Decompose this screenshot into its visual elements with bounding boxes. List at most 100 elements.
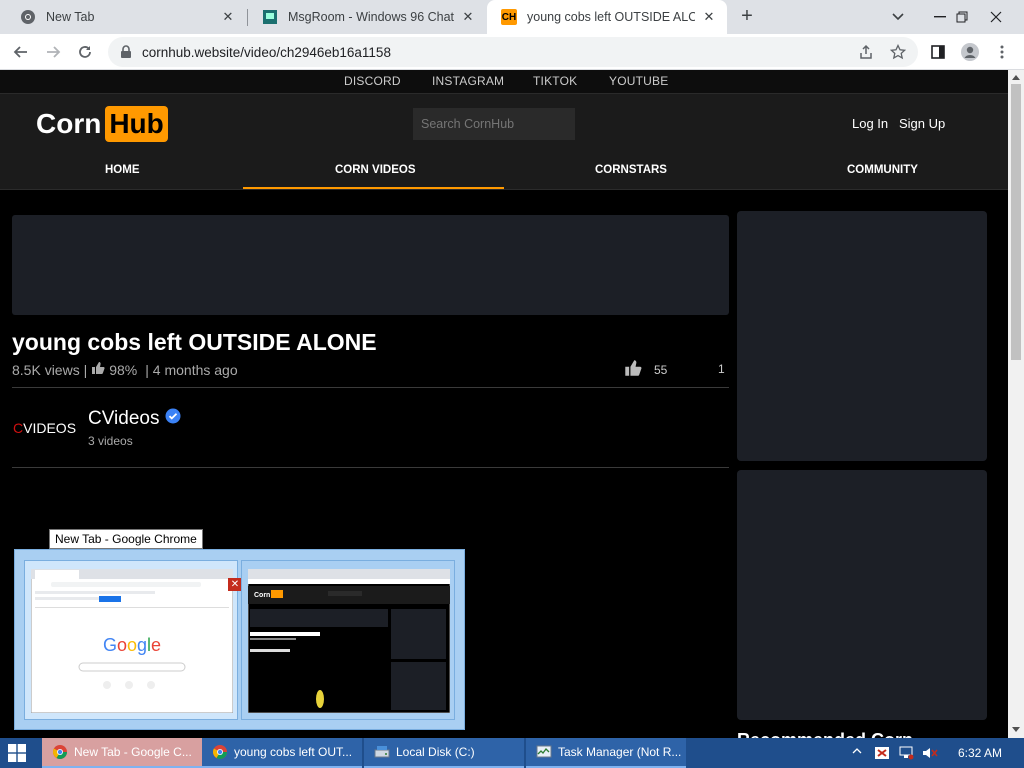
sidebar-ad-slot[interactable]	[737, 470, 987, 720]
thumbnail-new-tab[interactable]: Google ✕	[24, 560, 242, 720]
video-meta: 8.5K views | 98% | 4 months ago	[12, 361, 238, 378]
site-logo[interactable]: Corn Hub	[36, 106, 168, 142]
windows-start-icon[interactable]	[8, 744, 26, 762]
browser-toolbar: cornhub.website/video/ch2946eb16a1158	[0, 34, 1024, 70]
address-bar[interactable]: cornhub.website/video/ch2946eb16a1158	[108, 37, 918, 67]
social-link-youtube[interactable]: YOUTUBE	[609, 74, 668, 88]
taskbar-thumbnail-preview: Google ✕ Corn	[14, 549, 465, 730]
forward-button[interactable]	[41, 40, 65, 64]
tab-title: young cobs left OUTSIDE ALONE	[527, 10, 695, 24]
favicon-text: CH	[501, 11, 517, 23]
rating-percent: 98%	[109, 361, 138, 378]
side-panel-icon[interactable]	[928, 42, 948, 62]
search-input[interactable]	[413, 108, 575, 140]
video-player[interactable]	[12, 215, 729, 315]
chrome-icon	[52, 744, 68, 760]
tab-video[interactable]: CH young cobs left OUTSIDE ALONE ✕	[487, 0, 727, 34]
signup-link[interactable]: Sign Up	[899, 116, 945, 131]
menu-kebab-icon[interactable]	[992, 42, 1012, 62]
divider	[12, 387, 729, 388]
taskbar-app-label: young cobs left OUT...	[234, 745, 353, 759]
close-window-button[interactable]	[978, 0, 1014, 34]
upload-age: | 4 months ago	[145, 361, 238, 378]
close-icon[interactable]: ✕	[460, 9, 476, 25]
social-link-tiktok[interactable]: TIKTOK	[533, 74, 577, 88]
like-count: 55	[654, 362, 668, 377]
like-thumbs-up-icon[interactable]	[624, 359, 642, 380]
new-tab-thumbnail-image: Google	[31, 569, 233, 713]
recommended-heading: Recommended Corn	[737, 730, 913, 738]
svg-text:Corn: Corn	[254, 592, 270, 599]
active-nav-indicator	[243, 187, 504, 189]
nav-community[interactable]: COMMUNITY	[847, 164, 918, 176]
new-tab-button[interactable]: +	[736, 6, 758, 28]
close-icon[interactable]: ✕	[701, 9, 717, 25]
lock-icon[interactable]	[120, 45, 132, 64]
tab-title: MsgRoom - Windows 96 Chat	[288, 10, 454, 24]
social-link-discord[interactable]: DISCORD	[344, 74, 401, 88]
back-button[interactable]	[9, 40, 33, 64]
nav-home[interactable]: HOME	[105, 164, 140, 176]
tray-volume-muted-icon[interactable]	[922, 746, 938, 763]
scroll-thumb[interactable]	[1011, 84, 1021, 360]
taskbar-app-label: Local Disk (C:)	[396, 745, 475, 759]
divider	[12, 467, 729, 468]
logo-text-left: Corn	[36, 108, 102, 139]
nav-corn-videos[interactable]: CORN VIDEOS	[335, 164, 416, 176]
taskbar-app-label: Task Manager (Not R...	[558, 745, 682, 759]
profile-avatar-icon[interactable]	[960, 42, 980, 62]
share-icon[interactable]	[856, 42, 876, 62]
taskbar-clock[interactable]: 6:32 AM	[958, 746, 1002, 760]
chrome-icon	[212, 744, 228, 760]
channel-video-count: 3 videos	[88, 434, 133, 448]
tab-strip: New Tab ✕ MsgRoom - Windows 96 Chat ✕ CH…	[0, 0, 1024, 34]
bookmark-star-icon[interactable]	[888, 42, 908, 62]
social-bar: DISCORD INSTAGRAM TIKTOK YOUTUBE	[0, 70, 1008, 94]
tray-network-icon[interactable]	[898, 746, 914, 763]
thumbnail-close-icon[interactable]: ✕	[228, 578, 242, 591]
page-scrollbar[interactable]	[1008, 70, 1024, 738]
dislike-count[interactable]: 1	[718, 362, 725, 376]
restore-button[interactable]	[944, 0, 980, 34]
login-link[interactable]: Log In	[852, 116, 888, 131]
url-text[interactable]: cornhub.website/video/ch2946eb16a1158	[142, 45, 391, 60]
taskbar-app-chrome-new-tab[interactable]: New Tab - Google C...	[42, 738, 202, 768]
svg-text:Google: Google	[103, 635, 161, 655]
scroll-up-arrow-icon[interactable]	[1012, 75, 1020, 80]
channel-name-row[interactable]: CVideos	[88, 408, 181, 430]
taskbar-app-chrome-video[interactable]: young cobs left OUT...	[202, 738, 362, 768]
cornhub-favicon-icon: CH	[501, 9, 517, 25]
reload-button[interactable]	[73, 40, 97, 64]
sidebar-ad-slot[interactable]	[737, 211, 987, 461]
site-header: Corn Hub Log In Sign Up HOME CORN VIDEOS…	[0, 94, 1008, 190]
preview-tooltip: New Tab - Google Chrome	[49, 529, 203, 549]
taskbar-app-task-manager[interactable]: Task Manager (Not R...	[526, 738, 686, 768]
video-title: young cobs left OUTSIDE ALONE	[12, 329, 377, 355]
channel-logo-rest: VIDEOS	[23, 420, 77, 436]
video-tab-thumbnail-image: Corn	[248, 569, 450, 713]
tab-search-chevron-icon[interactable]	[880, 0, 916, 34]
scroll-down-arrow-icon[interactable]	[1012, 727, 1020, 732]
social-link-instagram[interactable]: INSTAGRAM	[432, 74, 504, 88]
windows-taskbar: New Tab - Google C... young cobs left OU…	[0, 738, 1024, 768]
close-icon[interactable]: ✕	[220, 9, 236, 25]
tab-title: New Tab	[46, 10, 95, 24]
tray-security-icon[interactable]	[874, 746, 890, 763]
channel-logo[interactable]: CVIDEOS	[13, 420, 76, 436]
like-control[interactable]: 55	[624, 359, 667, 380]
channel-name[interactable]: CVideos	[88, 408, 159, 430]
task-manager-icon	[536, 744, 552, 760]
nav-cornstars[interactable]: CORNSTARS	[595, 164, 667, 176]
tray-overflow-chevron-icon[interactable]	[852, 746, 862, 758]
chrome-icon	[20, 9, 36, 25]
logo-text-right: Hub	[105, 106, 168, 142]
thumbnail-video-tab[interactable]: Corn	[241, 560, 455, 720]
tab-new-tab[interactable]: New Tab ✕	[6, 0, 246, 34]
tab-msgroom[interactable]: MsgRoom - Windows 96 Chat ✕	[248, 0, 486, 34]
drive-icon	[374, 744, 390, 760]
view-count: 8.5K views |	[12, 361, 88, 378]
channel-logo-initial: C	[13, 420, 24, 436]
taskbar-app-local-disk[interactable]: Local Disk (C:)	[364, 738, 524, 768]
taskbar-app-label: New Tab - Google C...	[74, 745, 192, 759]
thumbs-up-icon	[91, 361, 105, 378]
